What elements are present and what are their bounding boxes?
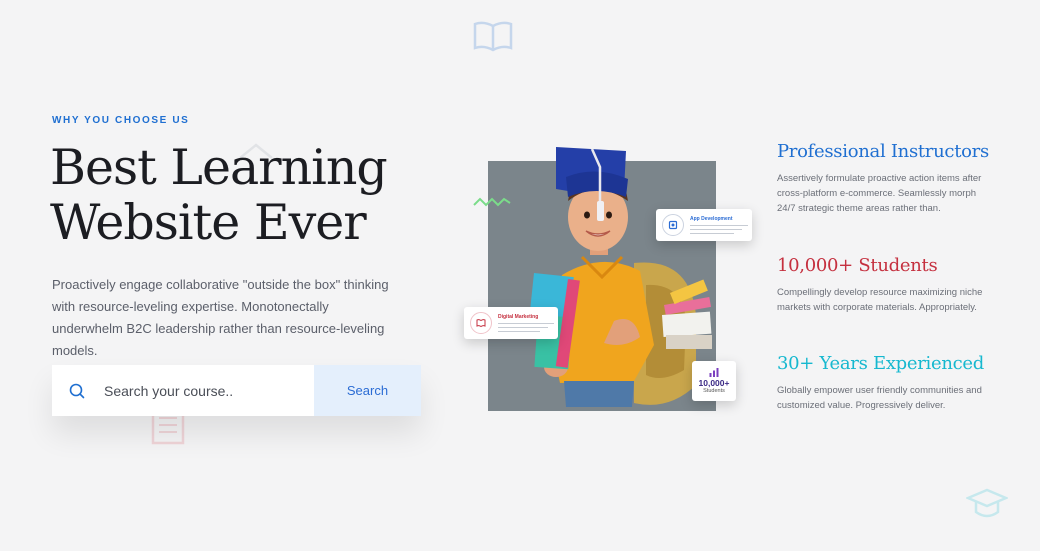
- feature-students: 10,000+ Students Compellingly develop re…: [777, 255, 997, 315]
- feature-description: Globally empower user friendly communiti…: [777, 385, 982, 411]
- hero-image: App Development Digital Marketing 10,000…: [464, 145, 754, 415]
- book-icon: [470, 312, 492, 334]
- app-development-icon: [662, 214, 684, 236]
- feature-professional-instructors: Professional Instructors Assertively for…: [777, 141, 997, 216]
- app-development-card: App Development: [656, 209, 752, 241]
- digital-marketing-card: Digital Marketing: [464, 307, 558, 339]
- feature-years-experienced: 30+ Years Experienced Globally empower u…: [777, 353, 997, 413]
- section-description: Proactively engage collaborative "outsid…: [52, 277, 389, 358]
- title-line-1: Best Learning: [50, 139, 388, 196]
- feature-title: Professional Instructors: [777, 141, 989, 162]
- digital-marketing-card-title: Digital Marketing: [498, 314, 539, 320]
- app-development-card-title: App Development: [690, 216, 733, 222]
- section-eyebrow: WHY YOU CHOOSE US: [52, 115, 190, 126]
- feature-title: 10,000+ Students: [777, 255, 938, 276]
- course-search-bar: Search: [52, 365, 421, 416]
- students-stat-label: Students: [703, 388, 725, 394]
- search-icon[interactable]: [52, 365, 102, 416]
- feature-description: Compellingly develop resource maximizing…: [777, 287, 983, 313]
- search-button[interactable]: Search: [314, 365, 421, 416]
- students-stat-value: 10,000+: [698, 378, 730, 388]
- section-title: Best Learning Website Ever: [50, 140, 430, 250]
- title-line-2: Website Ever: [50, 194, 367, 251]
- feature-title: 30+ Years Experienced: [777, 353, 985, 374]
- students-stat-card: 10,000+ Students: [692, 361, 736, 401]
- open-book-icon: [473, 21, 513, 52]
- bar-chart-icon: [709, 368, 719, 377]
- search-input[interactable]: [102, 365, 314, 416]
- graduation-cap-icon: [966, 488, 1008, 518]
- feature-description: Assertively formulate proactive action i…: [777, 173, 982, 214]
